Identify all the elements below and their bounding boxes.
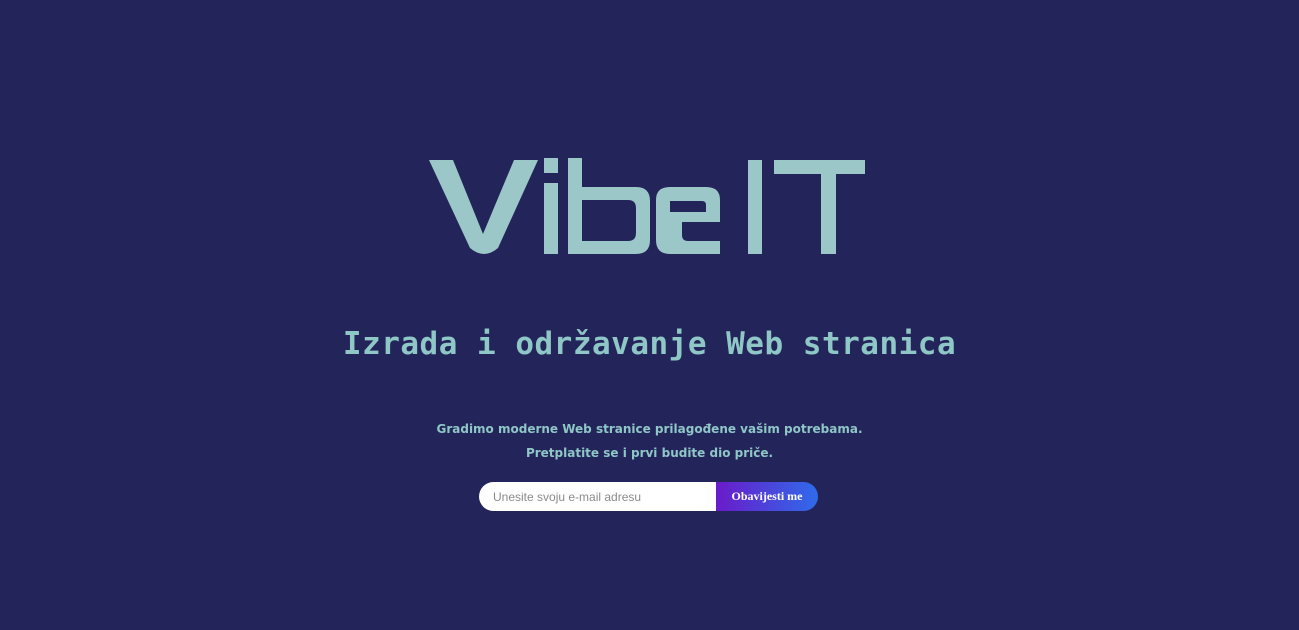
landing-page: Izrada i održavanje Web stranica Gradimo… bbox=[0, 0, 1299, 630]
vibeit-logo bbox=[428, 150, 868, 258]
tagline-line-2: Pretplatite se i prvi budite dio priče. bbox=[525, 446, 774, 460]
vibeit-logo-graphic bbox=[429, 158, 865, 254]
email-input[interactable] bbox=[479, 482, 716, 511]
notify-me-button[interactable]: Obavijesti me bbox=[716, 482, 818, 511]
tagline-line-1: Gradimo moderne Web stranice prilagođene… bbox=[436, 422, 863, 436]
subscribe-form: Obavijesti me bbox=[479, 482, 818, 511]
page-subtitle: Izrada i održavanje Web stranica bbox=[342, 326, 957, 362]
